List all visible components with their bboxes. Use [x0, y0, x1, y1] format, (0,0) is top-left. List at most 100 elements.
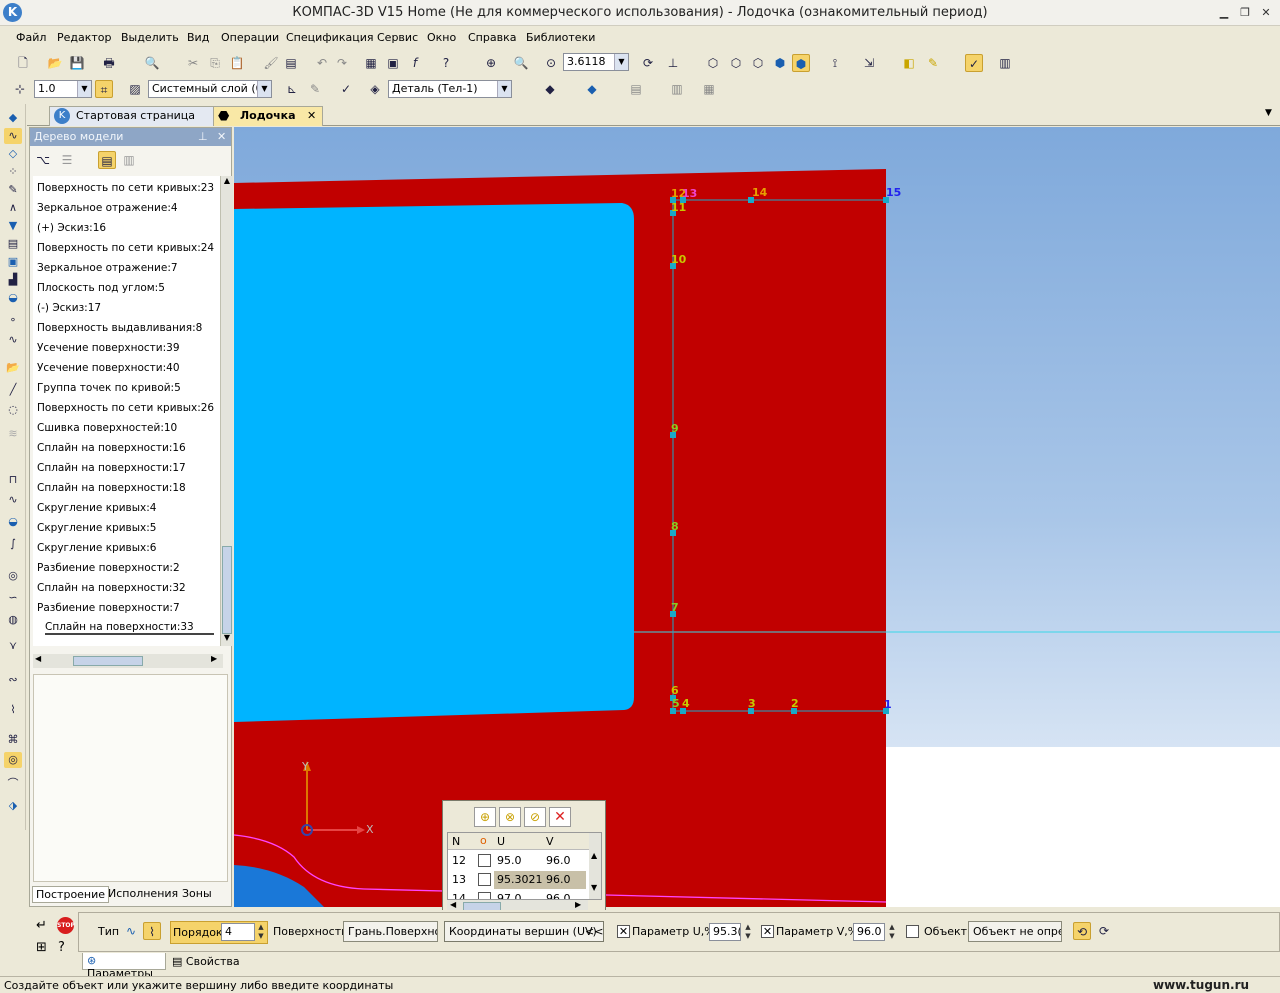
check-icon[interactable]: ✓	[337, 80, 355, 98]
scroll-up-icon[interactable]: ▲	[591, 851, 597, 860]
orientation-icon[interactable]: ⊥	[664, 54, 682, 72]
variables-icon[interactable]: f	[406, 54, 424, 72]
stop-icon[interactable]: STOP	[57, 917, 75, 934]
tree-item[interactable]: Скругление кривых:4	[37, 502, 156, 514]
edit-icon[interactable]: ✎	[306, 80, 324, 98]
row-checkbox[interactable]	[478, 873, 491, 886]
zoom-window-icon[interactable]: ⊕	[482, 54, 500, 72]
grid-snap-icon[interactable]: ⌗	[95, 80, 113, 98]
scale-field[interactable]: 1.0 ▼	[34, 80, 92, 98]
table-vscrollbar[interactable]: ▲ ▼	[589, 833, 601, 899]
table-row[interactable]: 12 95.0 96.0	[448, 852, 588, 870]
model-canvas[interactable]: 1 2 3 4 5 6 7 8 9 10 11 12 13 14 15 Y X	[234, 127, 1280, 907]
cut-icon[interactable]: ✂	[184, 54, 202, 72]
redo-icon[interactable]: ↷	[333, 54, 351, 72]
tree-item[interactable]: Сшивка поверхностей:10	[37, 422, 177, 434]
document-icon[interactable]: ▤	[4, 236, 22, 252]
table-row[interactable]: 14 97.0 96.0	[448, 890, 588, 899]
tab-executions[interactable]: Исполнения	[108, 887, 178, 900]
intersect-icon[interactable]: ⋎	[4, 638, 22, 654]
local-cs-icon[interactable]: ⊾	[283, 80, 301, 98]
scroll-left-icon[interactable]: ◀	[450, 900, 456, 909]
hatching-icon[interactable]: ▤	[627, 80, 645, 98]
tree-item[interactable]: Сплайн на поверхности:17	[37, 462, 186, 474]
tree-item[interactable]: Группа точек по кривой:5	[37, 382, 181, 394]
col-flag[interactable]: o	[480, 834, 487, 847]
tree-item[interactable]: Скругление кривых:5	[37, 522, 156, 534]
hidden-thin-icon[interactable]: ⬡	[749, 54, 767, 72]
param-v-spinner[interactable]: ▲ ▼	[886, 923, 898, 941]
order-input[interactable]: 4	[221, 923, 255, 941]
helix-icon[interactable]: ◎	[4, 568, 22, 584]
param-u-input[interactable]: 95.3(	[709, 923, 741, 941]
close-tab-icon[interactable]: ✕	[307, 107, 316, 125]
tree-hscrollbar[interactable]: ◀ ▶	[33, 654, 223, 668]
tab-zones[interactable]: Зоны	[182, 887, 212, 900]
tree-filter-icon[interactable]: ▥	[120, 151, 138, 169]
scroll-right-icon[interactable]: ▶	[211, 654, 217, 663]
param-v-input[interactable]: 96.0	[853, 923, 885, 941]
menu-window[interactable]: Окно	[427, 31, 456, 44]
open-file-icon[interactable]: 📂	[46, 54, 64, 72]
scroll-right-icon[interactable]: ▶	[575, 900, 581, 909]
col-u[interactable]: U	[497, 835, 505, 848]
help-cursor-icon[interactable]: ?	[437, 54, 455, 72]
restore-icon[interactable]: ❐	[1237, 5, 1253, 20]
angle-icon[interactable]: ∧	[4, 200, 22, 216]
tree-item[interactable]: Разбиение поверхности:2	[37, 562, 180, 574]
scroll-down-icon[interactable]: ▼	[591, 883, 597, 892]
spline-on-surface-icon[interactable]: ◎	[4, 752, 22, 768]
param-v-checkbox[interactable]: ✕	[761, 925, 774, 938]
menu-editor[interactable]: Редактор	[57, 31, 112, 44]
tab-list-icon[interactable]: ▼	[1265, 108, 1272, 118]
tree-item[interactable]: Сплайн на поверхности:18	[37, 482, 186, 494]
menu-service[interactable]: Сервис	[377, 31, 418, 44]
function-curve-icon[interactable]: ∫	[4, 536, 22, 552]
surface-spline-icon[interactable]: ⌘	[4, 732, 22, 748]
type-polyline-icon[interactable]: ⌇	[143, 922, 161, 940]
add-vertex-icon[interactable]: ⊕	[474, 807, 496, 827]
chevron-down-icon[interactable]: ▼	[77, 81, 91, 97]
tree-view-icon[interactable]: ☰	[58, 151, 76, 169]
layer-field[interactable]: Системный слой (0) ▼	[148, 80, 272, 98]
tree-item[interactable]: Зеркальное отражение:7	[37, 262, 178, 274]
tree-item[interactable]: Поверхность по сети кривых:26	[37, 402, 214, 414]
spiral-icon[interactable]: ≋	[4, 426, 22, 442]
tree-item[interactable]: Поверхность выдавливания:8	[37, 322, 202, 334]
scroll-thumb[interactable]	[222, 546, 232, 634]
grid-icon[interactable]: ▦	[700, 80, 718, 98]
rotate-icon[interactable]: ⟳	[639, 54, 657, 72]
row-u[interactable]: 95.0	[497, 854, 522, 867]
cube-yellow-icon[interactable]: ◧	[900, 54, 918, 72]
polyline-icon[interactable]: ⊓	[4, 472, 22, 488]
pen-icon[interactable]: ✎	[4, 182, 22, 198]
measure-icon[interactable]: ▥	[996, 54, 1014, 72]
spline-point-icon[interactable]: ∿	[4, 332, 22, 348]
zoom-scale-icon[interactable]: ⊙	[542, 54, 560, 72]
col-v[interactable]: V	[546, 835, 554, 848]
delete-vertex-icon[interactable]: ✕	[549, 807, 571, 827]
shaded-edges-icon[interactable]: ⬢	[792, 54, 810, 72]
tree-item[interactable]: Плоскость под углом:5	[37, 282, 165, 294]
vertex-coords-toggle[interactable]: Координаты вершин (UV) <<	[444, 921, 604, 942]
insert-vertex-icon[interactable]: ⊗	[499, 807, 521, 827]
snap-icon[interactable]: ✓	[965, 54, 983, 72]
row-checkbox[interactable]	[478, 892, 491, 899]
zoom-in-icon[interactable]: 🔍	[512, 54, 530, 72]
shaded-icon[interactable]: ⬢	[771, 54, 789, 72]
menu-operations[interactable]: Операции	[221, 31, 279, 44]
project-icon[interactable]: ◍	[4, 612, 22, 628]
filter-icon[interactable]: ⟟	[826, 54, 844, 72]
menu-file[interactable]: Файл	[16, 31, 46, 44]
select-filter-icon[interactable]: ⇲	[860, 54, 878, 72]
tab-construction[interactable]: Построение	[32, 886, 110, 903]
scroll-down-icon[interactable]: ▼	[222, 633, 232, 646]
object-checkbox[interactable]	[906, 925, 919, 938]
new-file-icon[interactable]: 🗋	[14, 54, 32, 72]
tree-item[interactable]: Усечение поверхности:39	[37, 342, 180, 354]
menu-specification[interactable]: Спецификация	[286, 31, 373, 44]
fillet-icon[interactable]: ⌒	[4, 776, 22, 792]
surface-button[interactable]: Грань.Поверхнос	[343, 921, 438, 942]
print-icon[interactable]: 🖶	[100, 54, 118, 72]
order-spinner[interactable]: ▲ ▼	[255, 923, 267, 941]
